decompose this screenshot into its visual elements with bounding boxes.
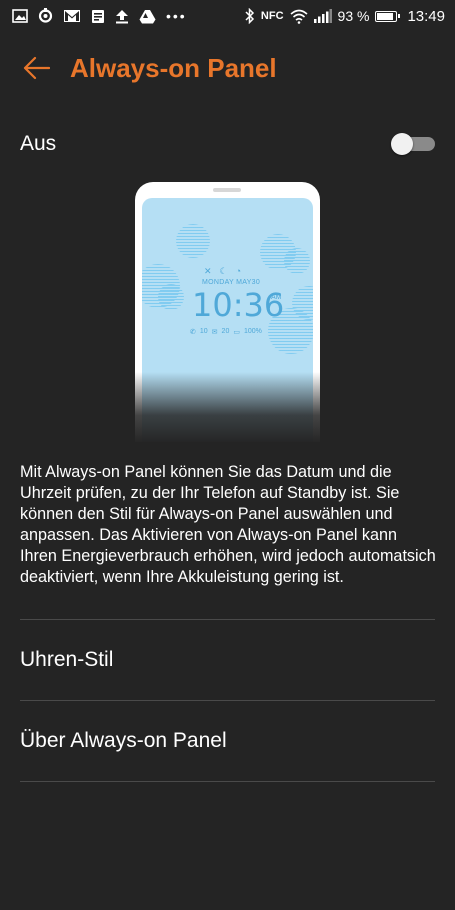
- mute-icon: ✕: [204, 266, 212, 276]
- bluetooth-icon: [245, 8, 255, 24]
- toggle-state-label: Aus: [20, 132, 57, 155]
- signal-icon: [313, 9, 332, 23]
- more-notifications-icon: •••: [166, 8, 187, 24]
- preview-date: MONDAY MAY30: [202, 279, 261, 286]
- clock-style-item[interactable]: Uhren-Stil: [20, 620, 435, 700]
- always-on-switch[interactable]: [391, 133, 435, 155]
- battery-icon: [375, 10, 401, 22]
- back-button[interactable]: [6, 40, 66, 96]
- preview-fade: [133, 372, 322, 444]
- divider: [20, 781, 435, 782]
- status-bar: ••• NFC 93 % 13:49: [0, 0, 455, 32]
- phone-icon: ✆: [190, 329, 196, 336]
- nfc-icon: NFC: [260, 10, 284, 22]
- alarm-icon: ◔: [235, 266, 242, 276]
- preview-status-icons: ✕ ☾ ◔: [204, 266, 241, 277]
- system-icons: NFC 93 % 13:49: [245, 8, 445, 25]
- preview-stats: ✆ 10 ✉ 20 ▭ 100%: [190, 328, 262, 336]
- gmail-icon: [63, 9, 81, 23]
- notification-icons: •••: [12, 8, 187, 24]
- decorative-bubble: [176, 224, 210, 258]
- preview-messages-count: 20: [221, 328, 230, 335]
- preview-ampm: AM: [271, 294, 282, 301]
- decorative-bubble: [284, 248, 310, 274]
- page-title: Always-on Panel: [70, 52, 277, 83]
- message-icon: ✉: [211, 329, 218, 336]
- document-icon: [91, 9, 105, 24]
- always-on-toggle-row[interactable]: Aus: [20, 124, 435, 164]
- always-on-preview-illustration: ✕ ☾ ◔ MONDAY MAY30 10:36 AM ✆ 10 ✉ 20 ▭ …: [133, 182, 322, 444]
- preview-battery-level: 100%: [243, 328, 262, 335]
- drive-icon: [139, 9, 156, 24]
- upload-icon: [115, 9, 129, 24]
- preview-time: 10:36: [192, 286, 285, 324]
- sync-icon: [38, 8, 53, 24]
- app-bar: Always-on Panel: [0, 40, 455, 96]
- gallery-icon: [12, 9, 28, 23]
- decorative-bubble: [158, 284, 184, 310]
- feature-description: Mit Always-on Panel können Sie das Datum…: [20, 463, 436, 586]
- preview-calls-count: 10: [199, 328, 208, 335]
- moon-icon: ☾: [219, 266, 228, 276]
- arrow-left-icon: [23, 56, 50, 80]
- battery-icon: ▭: [233, 329, 240, 336]
- status-clock: 13:49: [407, 7, 445, 25]
- wifi-icon: [290, 9, 308, 24]
- phone-speaker: [213, 188, 241, 192]
- about-always-on-panel-item[interactable]: Über Always-on Panel: [20, 701, 435, 781]
- switch-thumb: [391, 133, 413, 155]
- battery-percentage: 93 %: [337, 8, 370, 24]
